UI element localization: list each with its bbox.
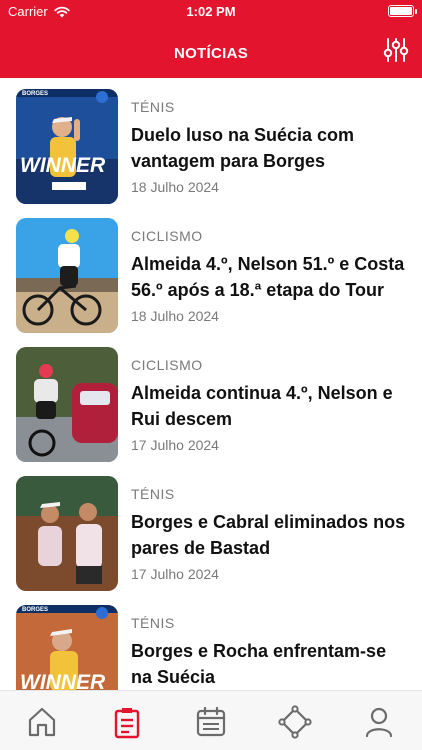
tab-bar [0, 690, 422, 750]
home-icon [28, 707, 56, 737]
news-date: 17 Julho 2024 [131, 566, 219, 582]
news-item[interactable]: TÉNIS Borges e Cabral eliminados nos par… [0, 465, 422, 595]
tab-news[interactable] [110, 705, 144, 739]
news-thumbnail-cycling-race [16, 347, 118, 462]
news-item[interactable]: CICLISMO Almeida continua 4.º, Nelson e … [0, 336, 422, 466]
thumb-winner-text: WINNER [20, 671, 106, 690]
news-headline: Borges e Cabral eliminados nos pares de … [131, 512, 406, 558]
thumb-brand: BORGES [22, 607, 48, 613]
news-date: 18 Julho 2024 [131, 179, 219, 195]
news-thumbnail-tennis-winner: BORGES WINNER [16, 605, 118, 690]
tab-calendar[interactable] [194, 705, 228, 739]
profile-icon [365, 707, 393, 738]
news-date: 18 Julho 2024 [131, 308, 219, 324]
filter-button[interactable] [382, 36, 410, 64]
news-item[interactable]: BORGES WINNER TÉNIS Duelo luso na Suécia… [0, 78, 422, 208]
thumb-winner-text: WINNER [20, 154, 106, 177]
news-category: CICLISMO [131, 357, 203, 373]
news-category: TÉNIS [131, 99, 175, 115]
thumb-brand: BORGES [22, 91, 48, 97]
news-list[interactable]: BORGES WINNER TÉNIS Duelo luso na Suécia… [0, 78, 422, 690]
page-title: NOTÍCIAS [173, 45, 249, 62]
news-headline: Borges e Rocha enfrentam-se na Suécia [131, 641, 387, 687]
news-item[interactable]: CICLISMO Almeida 4.º, Nelson 51.º e Cost… [0, 207, 422, 337]
diamond-icon [278, 705, 312, 739]
battery-icon [388, 5, 417, 17]
sliders-icon [383, 38, 409, 62]
status-time: 1:02 PM [186, 4, 236, 19]
tab-home[interactable] [25, 705, 59, 739]
news-thumbnail-cycling [16, 218, 118, 333]
news-item[interactable]: BORGES WINNER TÉNIS Borges e Rocha enfre… [0, 594, 422, 690]
news-date: 17 Julho 2024 [131, 437, 219, 453]
news-category: TÉNIS [131, 486, 175, 502]
news-category: TÉNIS [131, 615, 175, 631]
news-headline: Almeida 4.º, Nelson 51.º e Costa 56.º ap… [131, 254, 405, 300]
status-bar: Carrier 1:02 PM [0, 0, 422, 24]
app-header: Carrier 1:02 PM NOTÍCIAS [0, 0, 422, 78]
news-category: CICLISMO [131, 228, 203, 244]
news-thumbnail-tennis-pair [16, 476, 118, 591]
calendar-icon [196, 706, 226, 737]
news-thumbnail-tennis-winner: BORGES WINNER [16, 89, 118, 204]
news-icon [114, 708, 140, 739]
tab-modalities[interactable] [278, 705, 312, 739]
news-headline: Almeida continua 4.º, Nelson e Rui desce… [131, 383, 393, 429]
tab-profile[interactable] [362, 705, 396, 739]
news-headline: Duelo luso na Suécia com vantagem para B… [131, 125, 355, 171]
